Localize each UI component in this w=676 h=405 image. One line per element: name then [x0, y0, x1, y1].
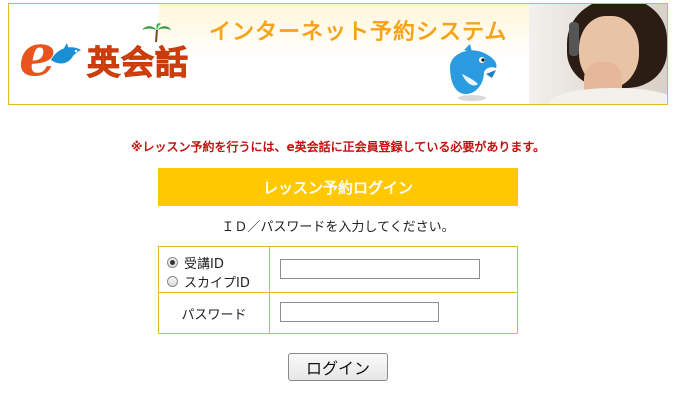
password-input[interactable]	[280, 302, 439, 322]
login-section-title: レッスン予約ログイン	[158, 168, 518, 206]
radio-lesson-id-label: 受講ID	[184, 257, 224, 272]
radio-button-unchecked[interactable]	[167, 276, 178, 287]
radio-button-checked[interactable]	[167, 257, 178, 268]
membership-notice: ※レッスン予約を行うには、e英会話に正会員登録している必要があります。	[130, 140, 546, 154]
palm-tree-icon	[142, 23, 171, 43]
radio-lesson-id[interactable]: 受講ID	[167, 253, 224, 272]
login-form: 受講ID スカイプID パスワード	[158, 246, 518, 334]
id-input[interactable]	[280, 259, 480, 279]
logo-text: 英会話	[87, 43, 189, 83]
password-label-cell: パスワード	[159, 293, 270, 333]
radio-skype-id[interactable]: スカイプID	[167, 272, 250, 291]
operator-photo	[529, 4, 667, 104]
e-eikaiwa-logo[interactable]: e 英会話	[19, 22, 209, 92]
dolphin-logo-icon	[51, 43, 81, 64]
id-type-cell: 受講ID スカイプID	[159, 247, 270, 293]
id-input-cell	[270, 247, 517, 293]
header-banner: e 英会話 インターネット予約システム	[8, 3, 668, 105]
radio-skype-id-label: スカイプID	[184, 276, 250, 291]
system-title: インターネット予約システム	[209, 20, 508, 45]
login-instruction: ＩＤ／パスワードを入力してください。	[221, 220, 455, 235]
dolphin-mascot-icon	[450, 44, 497, 101]
password-label: パスワード	[181, 307, 247, 323]
login-button[interactable]: ログイン	[288, 353, 388, 381]
password-input-cell	[270, 293, 517, 333]
